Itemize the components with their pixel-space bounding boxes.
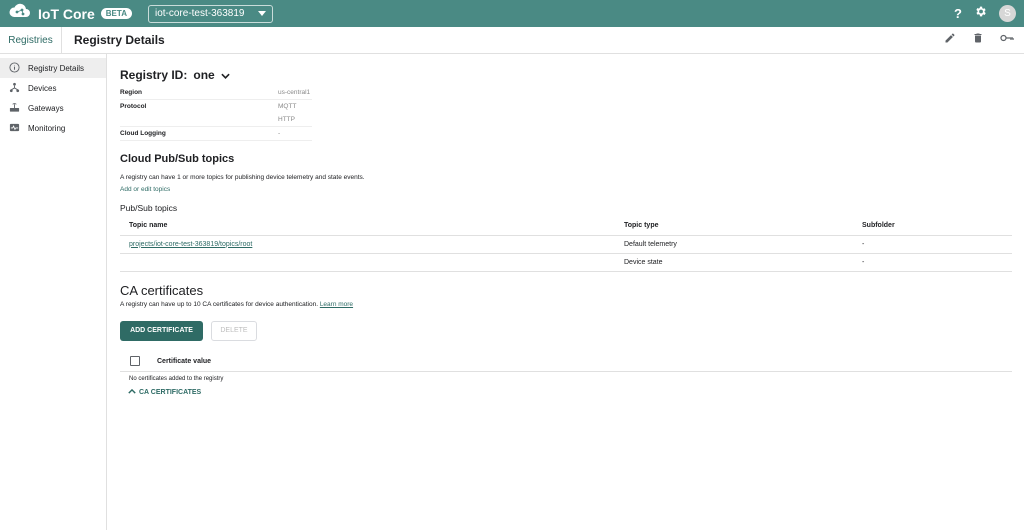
sidebar-item-registry-details[interactable]: Registry Details	[0, 58, 106, 78]
topic-type: Default telemetry	[615, 235, 853, 254]
brand[interactable]: IoT Core BETA	[8, 2, 132, 25]
edit-pencil-icon[interactable]	[944, 31, 956, 49]
protocol-mqtt: MQTT	[278, 103, 297, 110]
project-name: iot-core-test-363819	[154, 8, 245, 19]
main-content: Registry ID: one Region us-central1 Prot…	[107, 54, 1024, 530]
sidebar-item-monitoring[interactable]: Monitoring	[0, 118, 106, 138]
column-topic-type: Topic type	[615, 216, 853, 236]
router-icon	[9, 102, 20, 115]
key-icon[interactable]	[1000, 31, 1014, 49]
topic-link[interactable]: projects/iot-core-test-363819/topics/roo…	[129, 241, 252, 248]
logging-value: -	[278, 130, 281, 137]
devices-icon	[9, 82, 20, 95]
protocol-http: HTTP	[278, 116, 295, 123]
registry-id-value: one	[193, 68, 215, 82]
page-header: Registries Registry Details	[0, 27, 1024, 54]
select-all-checkbox[interactable]	[130, 356, 140, 366]
pubsub-description: A registry can have 1 or more topics for…	[120, 174, 365, 181]
toggle-label: CA CERTIFICATES	[139, 388, 202, 396]
empty-certificates-message: No certificates added to the registry	[129, 375, 224, 382]
top-app-bar: IoT Core BETA iot-core-test-363819 ? S	[0, 0, 1024, 27]
beta-badge: BETA	[100, 8, 132, 19]
sidebar-item-devices[interactable]: Devices	[0, 78, 106, 98]
app-title: IoT Core	[38, 5, 95, 22]
region-row: Region us-central1	[120, 86, 312, 100]
protocol-row: Protocol MQTT HTTP	[120, 100, 312, 127]
column-certificate-value: Certificate value	[157, 357, 212, 365]
project-selector[interactable]: iot-core-test-363819	[147, 4, 274, 23]
delete-button[interactable]: DELETE	[211, 320, 257, 341]
settings-gear-icon[interactable]	[974, 5, 987, 23]
protocol-label: Protocol	[120, 103, 147, 110]
ca-section-title: CA certificates	[120, 282, 204, 298]
registry-id-heading[interactable]: Registry ID: one	[120, 68, 1012, 82]
column-topic-name: Topic name	[120, 216, 615, 236]
region-label: Region	[120, 89, 143, 96]
delete-trash-icon[interactable]	[972, 31, 984, 49]
registry-id-label: Registry ID:	[120, 68, 188, 82]
info-icon	[9, 61, 20, 75]
breadcrumb-registries[interactable]: Registries	[0, 27, 62, 53]
add-certificate-button[interactable]: ADD CERTIFICATE	[120, 320, 203, 341]
column-subfolder: Subfolder	[853, 216, 1012, 236]
topic-subfolder: -	[853, 235, 1012, 254]
sidebar-item-label: Monitoring	[28, 123, 66, 133]
topic-subfolder: -	[853, 253, 1012, 272]
chevron-up-icon	[128, 388, 136, 396]
help-icon[interactable]: ?	[954, 6, 962, 21]
sidebar-item-label: Devices	[28, 83, 57, 93]
sidebar-item-label: Registry Details	[28, 63, 85, 73]
chevron-down-icon	[221, 68, 230, 82]
topic-name	[120, 253, 615, 272]
certificates-table-header: Certificate value	[120, 352, 1012, 372]
topics-table: Topic name Topic type Subfolder projects…	[120, 216, 1012, 272]
pubsub-section-title: Cloud Pub/Sub topics	[120, 153, 235, 165]
table-row: Device state -	[120, 253, 1012, 272]
sidebar-item-label: Gateways	[28, 103, 64, 113]
logging-row: Cloud Logging -	[120, 127, 312, 141]
registry-properties: Region us-central1 Protocol MQTT HTTP Cl…	[120, 86, 312, 141]
add-edit-topics-link[interactable]: Add or edit topics	[120, 186, 1012, 193]
pubsub-subtitle: Pub/Sub topics	[120, 203, 178, 213]
topic-type: Device state	[615, 253, 853, 272]
monitoring-icon	[9, 122, 20, 135]
sidebar: Registry Details Devices Gateways Monito…	[0, 54, 107, 530]
ca-certificates-toggle[interactable]: CA CERTIFICATES	[128, 388, 1012, 396]
table-row: projects/iot-core-test-363819/topics/roo…	[120, 235, 1012, 254]
learn-more-link[interactable]: Learn more	[320, 301, 353, 308]
iot-cloud-icon	[8, 2, 32, 25]
ca-description: A registry can have up to 10 CA certific…	[120, 300, 318, 308]
user-avatar[interactable]: S	[999, 5, 1016, 22]
logging-label: Cloud Logging	[120, 130, 166, 137]
page-title: Registry Details	[74, 33, 165, 47]
dropdown-arrow-icon	[258, 8, 267, 19]
sidebar-item-gateways[interactable]: Gateways	[0, 98, 106, 118]
region-value: us-central1	[278, 89, 311, 96]
